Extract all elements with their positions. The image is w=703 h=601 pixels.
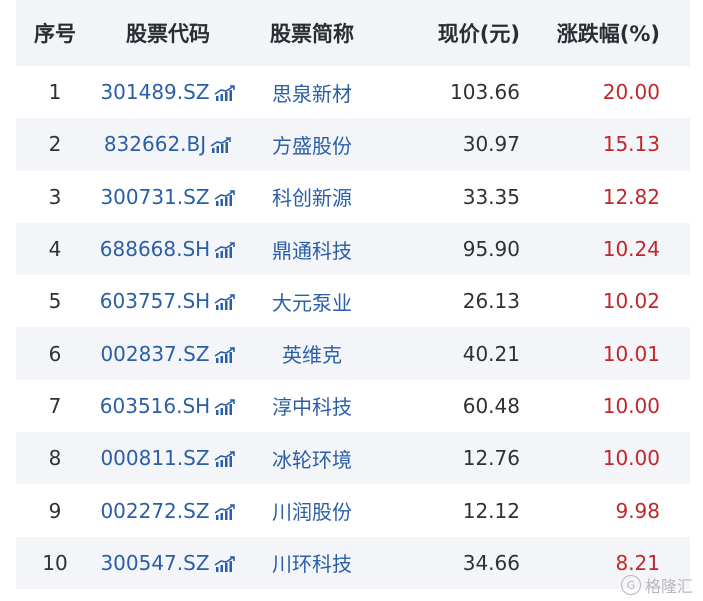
row-index: 7 [48,393,62,418]
row-index: 2 [48,132,62,157]
watermark: G 格隆汇 [620,573,693,597]
stock-table: 序号 股票代码 股票简称 现价(元) 涨跌幅(%) 1 301489.SZ 思泉新材… [16,0,690,589]
current-price: 30.97 [462,132,520,157]
stock-code-link[interactable]: 832662.BJ [94,132,242,156]
stock-code-link[interactable]: 603516.SH [94,394,242,418]
stock-name-link[interactable]: 思泉新材 [242,78,382,107]
table-row[interactable]: 10 300547.SZ 川环科技 34.66 8.21 [16,536,690,589]
stock-name-link[interactable]: 冰轮环境 [242,444,382,473]
stock-code-link[interactable]: 000811.SZ [94,446,242,470]
header-index: 序号 [34,22,76,46]
table-row[interactable]: 6 002837.SZ 英维克 40.21 10.01 [16,327,690,380]
stock-name-link[interactable]: 英维克 [242,339,382,368]
change-percent: 8.21 [615,550,660,575]
change-percent: 10.01 [602,341,660,366]
stock-name-link[interactable]: 川润股份 [242,496,382,525]
row-index: 1 [48,80,62,105]
table-row[interactable]: 4 688668.SH 鼎通科技 95.90 10.24 [16,222,690,276]
change-percent: 20.00 [602,80,660,105]
trend-chart-icon[interactable] [214,397,236,415]
change-percent: 12.82 [602,184,660,209]
row-index: 4 [48,237,62,262]
change-percent: 9.98 [615,498,660,523]
header-code[interactable]: 股票代码 [94,18,242,48]
table-row[interactable]: 3 300731.SZ 科创新源 33.35 12.82 [16,170,690,223]
row-index: 5 [48,289,62,314]
stock-name-link[interactable]: 科创新源 [242,182,382,211]
watermark-text: 格隆汇 [644,577,693,596]
stock-name-link[interactable]: 川环科技 [242,548,382,577]
current-price: 33.35 [462,184,520,209]
current-price: 40.21 [462,341,520,366]
trend-chart-icon[interactable] [214,240,236,259]
row-index: 10 [42,550,68,575]
trend-chart-icon[interactable] [214,83,236,102]
change-percent: 10.00 [602,446,660,471]
row-index: 6 [48,341,62,366]
trend-chart-icon[interactable] [214,345,236,363]
current-price: 12.76 [462,446,520,471]
stock-name-link[interactable]: 方盛股份 [242,130,382,159]
table-row[interactable]: 8 000811.SZ 冰轮环境 12.76 10.00 [16,432,690,485]
gelonghui-logo-icon: G [620,575,641,595]
table-row[interactable]: 7 603516.SH 淳中科技 60.48 10.00 [16,379,690,433]
header-name[interactable]: 股票简称 [242,18,382,48]
header-price[interactable]: 现价(元) [382,18,520,48]
stock-code-link[interactable]: 301489.SZ [94,80,242,104]
change-percent: 10.24 [602,237,660,262]
stock-name-link[interactable]: 大元泵业 [242,287,382,316]
current-price: 95.90 [462,237,520,262]
stock-code-link[interactable]: 002272.SZ [94,499,242,523]
trend-chart-icon[interactable] [214,449,236,468]
trend-chart-icon[interactable] [210,135,232,154]
header-change[interactable]: 涨跌幅(%) [520,18,660,48]
stock-code-link[interactable]: 300547.SZ [94,551,242,575]
table-body: 1 301489.SZ 思泉新材 103.66 20.00 2 832662.BJ 方盛股份 3… [16,66,690,589]
change-percent: 10.00 [602,393,660,418]
change-percent: 15.13 [602,132,660,157]
trend-chart-icon[interactable] [214,554,236,572]
stock-code-link[interactable]: 002837.SZ [94,342,242,366]
current-price: 34.66 [462,550,520,575]
stock-name-link[interactable]: 鼎通科技 [242,235,382,264]
row-index: 3 [48,184,62,209]
current-price: 26.13 [462,289,520,314]
stock-code-link[interactable]: 603757.SH [94,289,242,313]
table-header: 序号 股票代码 股票简称 现价(元) 涨跌幅(%) [16,0,690,66]
trend-chart-icon[interactable] [214,502,236,520]
stock-code-link[interactable]: 688668.SH [94,237,242,261]
change-percent: 10.02 [602,289,660,314]
table-row[interactable]: 5 603757.SH 大元泵业 26.13 10.02 [16,275,690,328]
current-price: 103.66 [450,80,520,105]
current-price: 60.48 [462,393,520,418]
row-index: 9 [48,498,62,523]
table-row[interactable]: 9 002272.SZ 川润股份 12.12 9.98 [16,484,690,537]
trend-chart-icon[interactable] [214,292,236,311]
trend-chart-icon[interactable] [214,188,236,206]
row-index: 8 [48,446,62,471]
stock-name-link[interactable]: 淳中科技 [242,391,382,420]
table-row[interactable]: 2 832662.BJ 方盛股份 30.97 15.13 [16,118,690,171]
table-row[interactable]: 1 301489.SZ 思泉新材 103.66 20.00 [16,66,690,119]
current-price: 12.12 [462,498,520,523]
stock-code-link[interactable]: 300731.SZ [94,185,242,209]
